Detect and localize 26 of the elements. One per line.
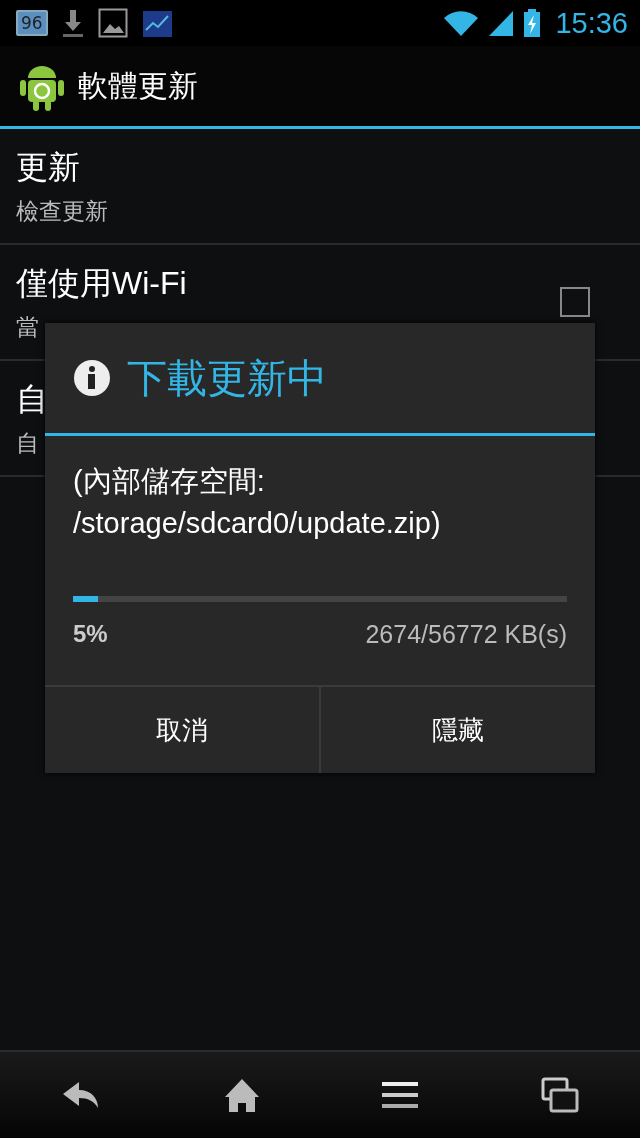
image-icon [97,8,128,38]
clock-time: 15:36 [555,6,628,40]
dialog-message: (內部儲存空間: /storage/sdcard0/update.zip) [73,464,442,541]
preference-summary: 檢查更新 [16,196,108,226]
checkbox[interactable] [560,287,590,317]
download-icon [61,8,84,38]
preference-title: 更新 [16,147,81,187]
menu-icon[interactable] [382,1080,419,1110]
chart-app-icon [141,8,174,38]
signal-icon [487,9,516,37]
progress-amount: 2674/56772 KB(s) [365,620,567,649]
battery-charging-icon [523,8,542,38]
preference-item[interactable]: 更新 檢查更新 [0,129,640,245]
preference-title: 自 [16,379,48,419]
home-icon[interactable] [223,1077,260,1113]
info-icon [73,359,111,397]
progress-percent: 5% [73,620,108,649]
preference-summary: 當 [16,312,40,342]
dialog-button[interactable]: 隱藏 [319,687,595,773]
battery-percent-badge: 96 [16,10,48,36]
app-title: 軟體更新 [78,66,198,105]
dialog-button[interactable]: 取消 [45,687,319,773]
recent-apps-icon[interactable] [540,1077,579,1113]
preference-title: 僅使用Wi-Fi [16,263,187,303]
wifi-icon [443,9,480,37]
preference-summary: 自 [16,428,40,458]
